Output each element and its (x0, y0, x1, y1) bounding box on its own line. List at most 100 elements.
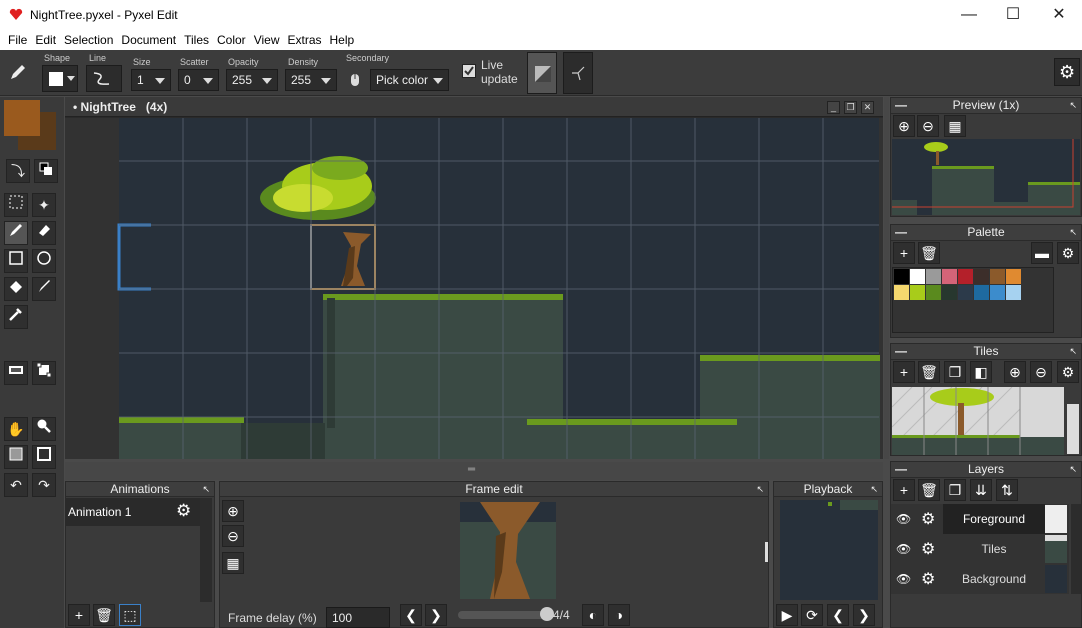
reset-colors-button[interactable] (34, 159, 58, 183)
pin-icon[interactable]: ↖ (1069, 462, 1077, 477)
palette-settings-button[interactable]: ⚙ (1057, 242, 1079, 264)
tiles-settings-button[interactable]: ⚙ (1057, 361, 1079, 383)
redo-button[interactable]: ↷ (32, 473, 56, 497)
palette-swatch[interactable] (958, 269, 973, 284)
palette-swatch[interactable] (942, 269, 957, 284)
tiles-add-button[interactable]: + (893, 361, 915, 383)
palette-delete-button[interactable]: 🗑 (918, 242, 940, 264)
eraser-tool[interactable] (32, 221, 56, 245)
menu-help[interactable]: Help (330, 30, 355, 47)
tile-view-tool[interactable] (32, 445, 56, 469)
gear-icon[interactable]: ⚙ (921, 569, 935, 589)
palette-swatch[interactable] (1006, 285, 1021, 300)
pixel-perfect-button[interactable] (563, 52, 593, 94)
palette-add-button[interactable]: + (893, 242, 915, 264)
layer-duplicate-button[interactable]: ❐ (944, 479, 966, 501)
palette-swatch[interactable] (910, 285, 925, 300)
pin-icon[interactable]: ↖ (1069, 344, 1077, 359)
palette-swatches-button[interactable]: ▬ (1031, 242, 1053, 264)
preview-grid-button[interactable]: ▦ (944, 115, 966, 137)
layer-add-button[interactable]: + (893, 479, 915, 501)
layer-row-background[interactable]: 👁 ⚙ Background (891, 564, 1069, 594)
tiles-scrollbar[interactable] (1067, 404, 1079, 454)
density-dropdown[interactable]: 255 (285, 69, 337, 91)
frame-delay-input[interactable]: 100 (326, 607, 390, 628)
minimize-button[interactable]: — (946, 4, 992, 26)
palette-swatch[interactable] (990, 269, 1005, 284)
move-tool[interactable] (4, 361, 28, 385)
tiles-frame-button[interactable]: ◧ (970, 361, 992, 383)
tiles-grid[interactable] (892, 387, 1064, 455)
rect-select-tool[interactable] (4, 193, 28, 217)
eye-icon[interactable]: 👁 (896, 572, 911, 586)
line-dropdown[interactable] (86, 65, 122, 92)
layer-row-foreground[interactable]: 👁 ⚙ Foreground (891, 504, 1069, 534)
gear-icon[interactable]: ⚙ (921, 509, 935, 529)
menu-selection[interactable]: Selection (64, 30, 113, 47)
undo-button[interactable]: ↶ (4, 473, 28, 497)
layers-scrollbar[interactable] (1071, 504, 1081, 594)
tiles-zoom-in-button[interactable]: ⊕ (1004, 361, 1026, 383)
layer-move-button[interactable]: ⇅ (996, 479, 1018, 501)
palette-swatch[interactable] (974, 285, 989, 300)
palette-swatch[interactable] (942, 285, 957, 300)
eyedropper-tool[interactable] (4, 305, 28, 329)
tiles-delete-button[interactable]: 🗑 (918, 361, 940, 383)
frame-grid-button[interactable]: ▦ (222, 552, 244, 574)
preview-zoom-in-button[interactable]: ⊕ (893, 115, 915, 137)
gear-icon[interactable]: ⚙ (176, 501, 191, 521)
pin-icon[interactable]: ↖ (1069, 98, 1077, 113)
hand-tool[interactable]: ✋ (4, 417, 28, 441)
secondary-dropdown[interactable]: Pick color (370, 69, 449, 91)
canvas-restore-button[interactable]: ❐ (844, 101, 857, 114)
fill-tool[interactable] (4, 277, 28, 301)
frame-next-button[interactable]: ❯ (425, 604, 447, 626)
menu-document[interactable]: Document (121, 30, 176, 47)
play-button[interactable]: ▶ (776, 604, 798, 626)
swap-colors-button[interactable]: ⤵ (6, 159, 30, 183)
palette-swatch[interactable] (958, 285, 973, 300)
layer-delete-button[interactable]: 🗑 (918, 479, 940, 501)
brush-tool[interactable] (32, 277, 56, 301)
gear-icon[interactable]: ⚙ (921, 539, 935, 559)
onion-skin-next-button[interactable]: ◑ (608, 604, 630, 626)
zoom-tool[interactable] (32, 417, 56, 441)
layer-row-tiles[interactable]: 👁 ⚙ Tiles (891, 534, 1069, 564)
scatter-dropdown[interactable]: 0 (178, 69, 219, 91)
primary-color-swatch[interactable] (4, 100, 40, 136)
loop-button[interactable]: ⟳ (801, 604, 823, 626)
menu-edit[interactable]: Edit (35, 30, 56, 47)
close-button[interactable]: ✕ (1036, 4, 1082, 26)
menu-extras[interactable]: Extras (287, 30, 321, 47)
grid-toggle-tool[interactable] (4, 445, 28, 469)
canvas-close-button[interactable]: ✕ (861, 101, 874, 114)
animation-add-button[interactable]: + (68, 604, 90, 626)
animation-item[interactable]: Animation 1 ⚙ (66, 498, 200, 526)
pixel-canvas[interactable] (65, 118, 883, 459)
opacity-dropdown[interactable]: 255 (226, 69, 278, 91)
palette-swatch[interactable] (894, 269, 909, 284)
palette-swatch[interactable] (974, 269, 989, 284)
menu-color[interactable]: Color (217, 30, 246, 47)
eye-icon[interactable]: 👁 (896, 542, 911, 556)
palette-swatch[interactable] (926, 285, 941, 300)
tiles-duplicate-button[interactable]: ❐ (944, 361, 966, 383)
menu-view[interactable]: View (254, 30, 280, 47)
menu-tiles[interactable]: Tiles (184, 30, 209, 47)
menu-file[interactable]: File (8, 30, 27, 47)
palette-swatch[interactable] (1006, 269, 1021, 284)
preview-zoom-out-button[interactable]: ⊖ (917, 115, 939, 137)
vertical-splitter[interactable] (884, 97, 889, 459)
pin-icon[interactable]: ↖ (202, 482, 210, 496)
layer-blend-button[interactable] (527, 52, 557, 94)
onion-skin-prev-button[interactable]: ◐ (582, 604, 604, 626)
pencil-tool[interactable] (4, 221, 28, 245)
frame-resize-handle[interactable] (765, 542, 768, 562)
animation-select-button[interactable]: ⬚ (119, 604, 141, 626)
pin-icon[interactable]: ↖ (756, 482, 764, 496)
playback-prev-button[interactable]: ❮ (827, 604, 849, 626)
palette-swatch[interactable] (990, 285, 1005, 300)
layer-merge-down-button[interactable]: ⇊ (970, 479, 992, 501)
playback-next-button[interactable]: ❯ (853, 604, 875, 626)
magic-wand-tool[interactable]: ✦ (32, 193, 56, 217)
